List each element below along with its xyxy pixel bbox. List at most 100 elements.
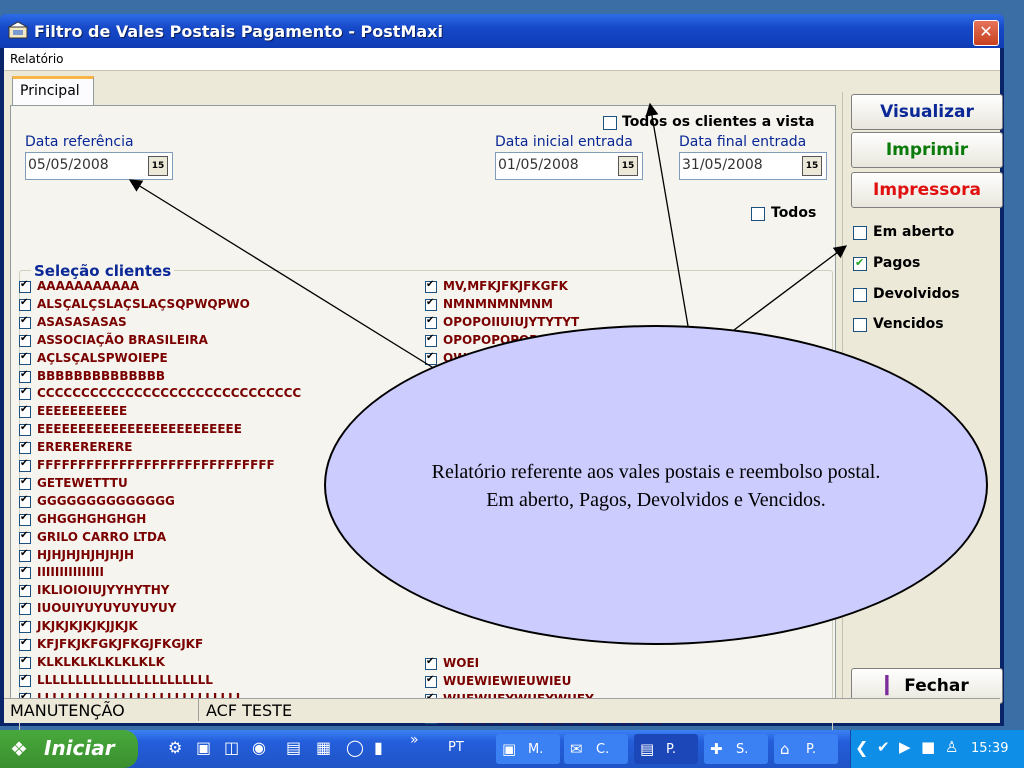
language-indicator[interactable]: PT — [448, 740, 464, 755]
client-checkbox[interactable] — [19, 404, 31, 419]
client-checkbox[interactable] — [19, 565, 31, 580]
windows-logo-icon: ❖ — [10, 737, 28, 761]
client-name: OPOPOIIUIUJYTYTYT — [443, 314, 580, 329]
client-name: KFJFKJKFGKJFKGJFKGJKF — [37, 637, 204, 651]
client-checkbox[interactable] — [19, 548, 31, 562]
callout-text: Relatório referente aos vales postais e … — [324, 458, 988, 514]
document-icon[interactable]: ▤ — [286, 738, 301, 757]
todos-checkbox[interactable] — [751, 207, 765, 221]
calendar-icon[interactable]: 15 — [148, 156, 168, 176]
client-checkbox[interactable] — [19, 351, 31, 365]
data-inicial-field[interactable]: 01/05/2008 15 — [495, 152, 643, 180]
taskbar-task-button[interactable]: ▣ M. — [496, 734, 560, 764]
tray-back-icon[interactable]: ❮ — [855, 738, 868, 757]
visualizar-button[interactable]: Visualizar — [851, 94, 1003, 130]
data-final-field[interactable]: 31/05/2008 15 — [679, 152, 827, 180]
book-icon[interactable]: ▮ — [374, 738, 383, 757]
client-checkbox[interactable] — [425, 279, 437, 293]
selecao-clientes-title: Seleção clientes — [31, 262, 175, 280]
status-divider — [198, 699, 199, 721]
taskbar-task-button[interactable]: ✉ C. — [564, 734, 628, 764]
menu-relatorio[interactable]: Relatório — [10, 52, 64, 66]
client-checkbox[interactable] — [425, 333, 437, 347]
vencidos-checkbox[interactable] — [853, 318, 867, 332]
title-bar[interactable]: Filtro de Vales Postais Pagamento - Post… — [0, 14, 1004, 48]
client-checkbox[interactable] — [19, 619, 31, 634]
data-final-value: 31/05/2008 — [682, 157, 763, 173]
data-referencia-field[interactable]: 05/05/2008 15 — [25, 152, 173, 180]
client-checkbox[interactable] — [19, 422, 31, 437]
client-name: ASASASASAS — [37, 314, 127, 329]
client-checkbox[interactable] — [425, 674, 437, 688]
client-name: ALSÇALÇSLAÇSLAÇSQPWQPWO — [37, 296, 250, 311]
devolvidos-checkbox[interactable] — [853, 288, 867, 302]
imprimir-button[interactable]: Imprimir — [851, 132, 1003, 168]
client-checkbox[interactable] — [425, 351, 437, 365]
client-name: GHGGHGHGHGH — [37, 511, 147, 526]
pagos-label: Pagos — [873, 255, 921, 271]
client-checkbox[interactable] — [425, 656, 437, 670]
calendar-icon[interactable]: ▦ — [316, 738, 331, 757]
close-button[interactable]: ✕ — [973, 20, 999, 46]
pagos-checkbox[interactable] — [853, 256, 867, 271]
browser-icon[interactable]: ◯ — [346, 738, 364, 757]
data-inicial-value: 01/05/2008 — [498, 157, 579, 173]
client-checkbox[interactable] — [425, 315, 437, 329]
impressora-button[interactable]: Impressora — [851, 172, 1003, 208]
client-checkbox[interactable] — [19, 512, 31, 526]
client-name: IUOUIYUYUYUYUYUY — [37, 601, 177, 616]
task-label: C. — [596, 742, 610, 757]
em-aberto-checkbox[interactable] — [853, 226, 867, 240]
client-name: JKJKJKJKJKJJKJK — [37, 619, 138, 634]
client-checkbox[interactable] — [19, 386, 31, 401]
client-checkbox[interactable] — [19, 673, 31, 687]
start-button[interactable]: ❖ Iniciar — [0, 730, 138, 768]
client-name: IKLIOIOIUJYYHYTHY — [37, 583, 170, 598]
client-checkbox[interactable] — [19, 637, 31, 651]
app-quicklaunch-icon[interactable]: ▣ — [196, 738, 211, 757]
client-checkbox[interactable] — [19, 369, 31, 383]
shield-icon[interactable]: ✔ — [877, 738, 890, 756]
client-name: GRILO CARRO LTDA — [37, 529, 167, 544]
client-name: CCCCCCCCCCCCCCCCCCCCCCCCCCCCCC — [37, 386, 302, 401]
taskbar-task-button[interactable]: ▤ P. — [634, 734, 698, 764]
media-player-icon[interactable]: ◉ — [252, 738, 266, 757]
client-checkbox[interactable] — [19, 279, 31, 293]
settings-icon[interactable]: ⚙ — [168, 738, 182, 757]
client-checkbox[interactable] — [19, 601, 31, 616]
calendar-icon[interactable]: 15 — [802, 156, 822, 176]
client-checkbox[interactable] — [19, 440, 31, 455]
client-name: HJHJHJHJHJHJH — [37, 547, 135, 562]
taskbar-task-button[interactable]: ✚ S. — [704, 734, 768, 764]
folder-icon[interactable]: ◫ — [224, 738, 239, 757]
menu-bar: Relatório — [4, 48, 1000, 71]
taskbar-task-button[interactable]: ⌂ P. — [774, 734, 838, 764]
todos-clientes-vista-checkbox[interactable] — [603, 116, 617, 130]
task-app-icon: ▣ — [502, 740, 517, 758]
calendar-icon[interactable]: 15 — [618, 156, 638, 176]
client-checkbox[interactable] — [19, 315, 31, 329]
client-checkbox[interactable] — [19, 494, 31, 508]
app-icon — [8, 21, 28, 39]
tab-principal-label: Principal — [20, 83, 80, 99]
client-checkbox[interactable] — [19, 583, 31, 598]
client-checkbox[interactable] — [19, 530, 31, 544]
client-checkbox[interactable] — [19, 458, 31, 472]
user-icon[interactable]: ♙ — [945, 738, 958, 756]
client-name: EEEEEEEEEEE — [37, 404, 128, 419]
client-checkbox[interactable] — [19, 476, 31, 490]
play-icon[interactable]: ▶ — [899, 738, 911, 756]
client-name: EEEEEEEEEEEEEEEEEEEEEEEEE — [37, 422, 242, 437]
task-app-icon: ⌂ — [780, 740, 790, 758]
flag-icon[interactable]: ■ — [921, 738, 935, 756]
client-checkbox[interactable] — [19, 297, 31, 311]
client-name: MV,MFKJFKJFKGFK — [443, 279, 568, 293]
status-bar: MANUTENÇÃO ACF TESTE — [4, 698, 1000, 723]
chevron-icon[interactable]: » — [410, 732, 419, 748]
client-name: ASSOCIAÇÃO BRASILEIRA — [37, 332, 208, 347]
callout-line-1: Relatório referente aos vales postais e … — [431, 461, 881, 483]
client-checkbox[interactable] — [19, 333, 31, 347]
client-checkbox[interactable] — [425, 297, 437, 311]
client-checkbox[interactable] — [19, 655, 31, 669]
data-referencia-value: 05/05/2008 — [28, 157, 109, 173]
